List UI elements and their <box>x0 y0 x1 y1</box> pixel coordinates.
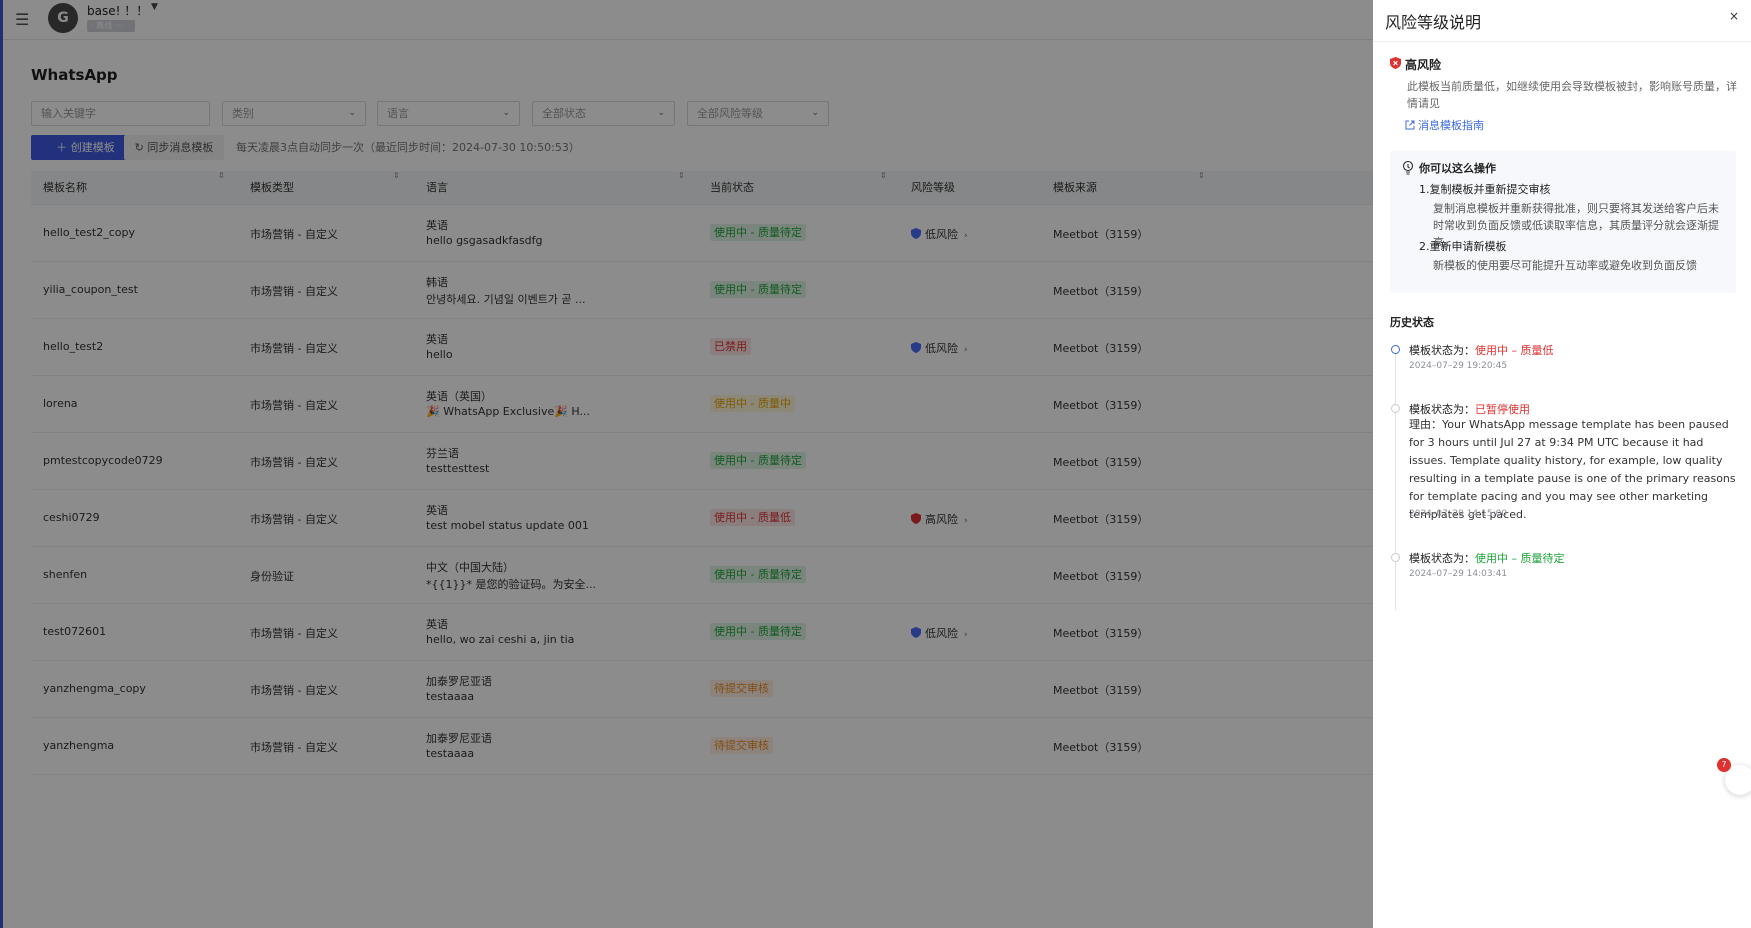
tips-title: 你可以这么操作 <box>1419 162 1496 175</box>
modal-overlay[interactable] <box>0 0 1373 928</box>
history-label: 模板状态为： <box>1409 344 1475 357</box>
timeline-line <box>1395 349 1396 610</box>
timeline-dot <box>1391 345 1400 354</box>
history-label: 模板状态为： <box>1409 403 1475 416</box>
history-time: 2024–07–29 14:15:00 <box>1409 509 1508 519</box>
timeline-dot <box>1391 404 1400 413</box>
history-value: 使用中 – 质量低 <box>1475 344 1554 357</box>
history-item-status: 模板状态为：使用中 – 质量待定 <box>1409 550 1565 566</box>
risk-level-drawer: 风险等级说明 × 高风险 此模板当前质量低，如继续使用会导致模板被封，影响账号质… <box>1373 0 1751 928</box>
history-value: 已暂停使用 <box>1475 403 1530 416</box>
timeline-dot <box>1391 553 1400 562</box>
tips-card: 你可以这么操作 1.复制模板并重新提交审核 复制消息模板并重新获得批准，则只要将… <box>1390 151 1736 293</box>
template-guide-label: 消息模板指南 <box>1418 119 1484 132</box>
lightbulb-icon <box>1402 161 1414 175</box>
history-time: 2024–07–29 19:20:45 <box>1409 361 1508 371</box>
drawer-header: 风险等级说明 × <box>1373 0 1751 42</box>
history-reason: 理由：Your WhatsApp message template has be… <box>1409 418 1736 521</box>
high-risk-title: 高风险 <box>1405 58 1442 72</box>
history-value: 使用中 – 质量待定 <box>1475 552 1565 565</box>
close-icon[interactable]: × <box>1729 9 1739 23</box>
drawer-title: 风险等级说明 <box>1385 13 1482 32</box>
tip-2-description: 新模板的使用要尽可能提升互动率或避免收到负面反馈 <box>1433 259 1697 272</box>
template-guide-link[interactable]: 消息模板指南 <box>1405 117 1484 133</box>
history-title: 历史状态 <box>1390 316 1434 329</box>
history-time: 2024–07–29 14:03:41 <box>1409 569 1508 579</box>
history-label: 模板状态为： <box>1409 552 1475 565</box>
history-item-status: 模板状态为：使用中 – 质量低 <box>1409 342 1554 358</box>
high-risk-description: 此模板当前质量低，如继续使用会导致模板被封，影响账号质量，详情请见 <box>1407 80 1737 110</box>
history-item-status: 模板状态为：已暂停使用 <box>1409 401 1530 417</box>
shield-icon <box>1390 57 1401 69</box>
external-link-icon <box>1405 120 1415 130</box>
tip-1-title: 1.复制模板并重新提交审核 <box>1419 183 1551 196</box>
notification-badge: 7 <box>1717 758 1731 772</box>
tip-2-title: 2.重新申请新模板 <box>1419 240 1507 253</box>
